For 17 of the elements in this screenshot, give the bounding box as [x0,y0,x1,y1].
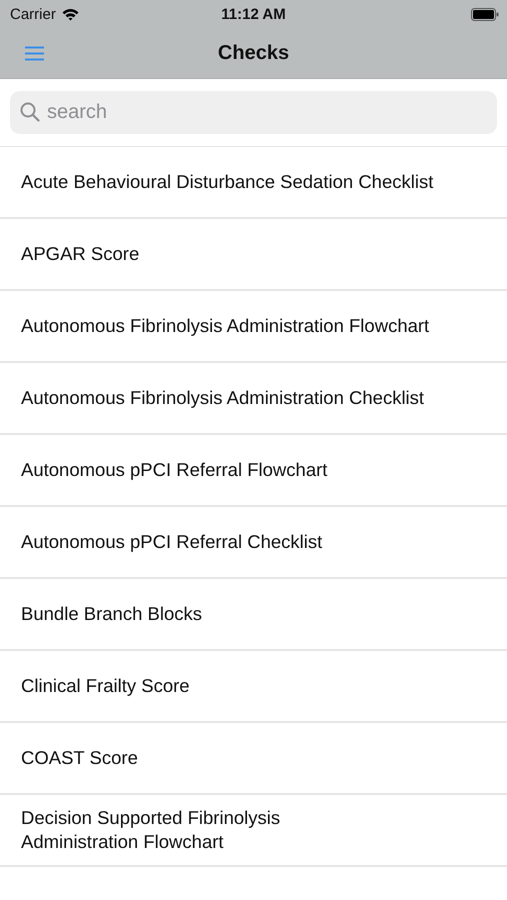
list-item[interactable]: Acute Behavioural Disturbance Sedation Checklist [0,147,507,219]
list-item[interactable]: Autonomous pPCI Referral Flowchart [0,435,507,507]
battery-icon [471,8,499,20]
list-item[interactable]: Autonomous pPCI Referral Checklist [0,507,507,579]
menu-icon[interactable] [25,46,44,60]
list-item[interactable]: Autonomous Fibrinolysis Administration Flowchart [0,291,507,363]
carrier-label: Carrier [10,6,56,22]
nav-title: Checks [218,42,290,64]
list-item[interactable]: Autonomous Fibrinolysis Administration Checklist [0,363,507,435]
wifi-icon [62,8,79,20]
list-item[interactable]: COAST Score [0,723,507,795]
list-item[interactable]: Clinical Frailty Score [0,651,507,723]
list-item[interactable]: Bundle Branch Blocks [0,579,507,651]
status-time: 11:12 AM [221,6,286,22]
list-item[interactable]: APGAR Score [0,219,507,291]
search-field[interactable]: search [10,91,497,134]
list-item[interactable]: Decision Supported Fibrinolysis Administration Flowchart [0,795,507,867]
